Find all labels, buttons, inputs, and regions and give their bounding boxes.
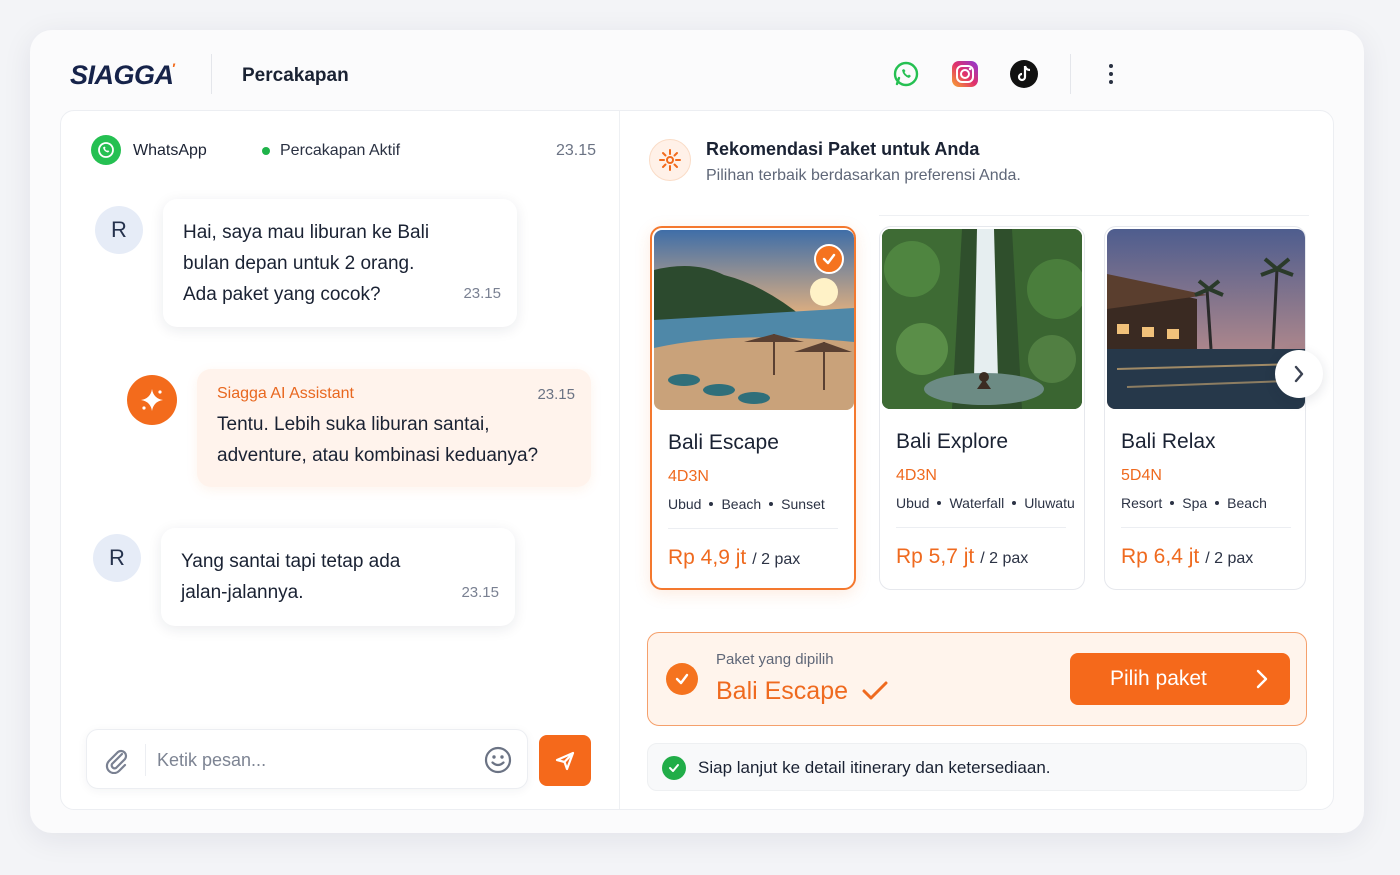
message-line: Tentu. Lebih suka liburan santai, — [217, 414, 490, 435]
next-packages-button[interactable] — [1275, 350, 1323, 398]
package-name: Bali Escape — [668, 431, 779, 454]
choose-package-button[interactable]: Pilih paket — [1070, 653, 1290, 705]
recommendation-subtitle: Pilihan terbaik berdasarkan preferensi A… — [706, 167, 1021, 184]
message-line: Hai, saya mau liburan ke Bali — [183, 222, 430, 243]
recommendation-sparkle-icon — [649, 139, 691, 181]
message-time: 23.15 — [461, 584, 499, 601]
package-duration: 4D3N — [668, 468, 709, 485]
success-check-icon — [662, 756, 686, 780]
message-line: adventure, atau kombinasi keduanya? — [217, 445, 539, 466]
conversation-status: Percakapan Aktif — [280, 142, 401, 159]
ready-status-bar: Siap lanjut ke detail itinerary dan kete… — [647, 743, 1307, 791]
message-time: 23.15 — [463, 285, 501, 302]
chevron-right-icon — [1256, 669, 1268, 695]
package-image-waterfall — [882, 229, 1082, 409]
chevron-right-icon — [1294, 365, 1304, 383]
whatsapp-icon[interactable] — [892, 60, 920, 88]
package-card-bali-explore[interactable]: Bali Explore 4D3N Ubud Waterfall Uluwatu R… — [879, 226, 1085, 590]
avatar: R — [95, 206, 143, 254]
selected-check-icon — [814, 244, 844, 274]
header-divider — [211, 54, 212, 94]
app-window: SIAGGA′ Percakapan WhatsApp Percakapan A… — [30, 30, 1364, 833]
package-name: Bali Explore — [896, 430, 1009, 453]
package-tags: Resort Spa Beach — [1121, 495, 1267, 511]
package-price: Rp 5,7 jt/ 2 pax — [896, 545, 1029, 568]
composer-divider — [145, 744, 146, 776]
siagga-logo[interactable]: SIAGGA′ — [70, 60, 175, 91]
divider — [1121, 527, 1291, 528]
message-line: bulan depan untuk 2 orang. — [183, 253, 415, 274]
selected-package-value: Bali Escape — [716, 677, 849, 705]
package-tags: Ubud Waterfall Uluwatu — [896, 495, 1075, 511]
main-panel: WhatsApp Percakapan Aktif 23.15 R Hai, s… — [60, 110, 1334, 810]
package-tags: Ubud Beach Sunset — [668, 496, 825, 512]
attachment-icon[interactable] — [103, 746, 129, 779]
conversation-time: 23.15 — [555, 142, 596, 159]
instagram-icon[interactable] — [951, 60, 979, 88]
header-divider — [1070, 54, 1071, 94]
whatsapp-icon — [91, 135, 121, 165]
message-input[interactable] — [157, 744, 467, 776]
send-icon — [555, 751, 575, 770]
package-card-bali-relax[interactable]: Bali Relax 5D4N Resort Spa Beach Rp 6,4 jt… — [1104, 226, 1306, 590]
message-line: Ada paket yang cocok? — [183, 284, 381, 305]
ready-text: Siap lanjut ke detail itinerary dan kete… — [698, 758, 1051, 777]
channel-label: WhatsApp — [133, 142, 207, 159]
divider — [668, 528, 838, 529]
package-card-bali-escape[interactable]: Bali Escape 4D3N Ubud Beach Sunset Rp 4,9 … — [650, 226, 856, 590]
top-header: SIAGGA′ Percakapan — [30, 30, 1364, 110]
divider — [879, 215, 1309, 216]
button-label: Pilih paket — [1110, 667, 1207, 690]
selected-package-label: Paket yang dipilih — [716, 651, 834, 668]
emoji-icon[interactable] — [483, 745, 513, 780]
recommendation-title: Rekomendasi Paket untuk Anda — [706, 139, 980, 159]
active-status-dot — [262, 147, 270, 155]
selected-package-panel: Paket yang dipilih Bali Escape Pilih pak… — [647, 632, 1307, 726]
user-message: Hai, saya mau liburan ke Bali bulan depa… — [163, 199, 517, 327]
checkmark-icon — [862, 681, 888, 706]
package-duration: 5D4N — [1121, 467, 1162, 484]
page-title: Percakapan — [242, 65, 349, 86]
avatar: R — [93, 534, 141, 582]
message-line: Yang santai tapi tetap ada — [181, 551, 401, 572]
ai-assistant-avatar — [127, 375, 177, 425]
assistant-message: Siagga AI Assistant 23.15 Tentu. Lebih s… — [197, 369, 591, 487]
package-image-resort — [1107, 229, 1305, 409]
send-button[interactable] — [539, 735, 591, 786]
message-time: 23.15 — [537, 386, 575, 403]
message-composer — [86, 729, 528, 789]
package-price: Rp 4,9 jt/ 2 pax — [668, 546, 801, 569]
user-message: Yang santai tapi tetap ada jalan-jalanny… — [161, 528, 515, 626]
assistant-name: Siagga AI Assistant — [217, 385, 354, 402]
package-name: Bali Relax — [1121, 430, 1216, 453]
more-options-icon[interactable] — [1100, 58, 1122, 90]
check-circle-icon — [666, 663, 698, 695]
divider — [896, 527, 1066, 528]
chat-header: WhatsApp Percakapan Aktif 23.15 — [91, 135, 596, 165]
message-line: jalan-jalannya. — [181, 582, 304, 603]
panel-divider — [619, 111, 620, 809]
package-duration: 4D3N — [896, 467, 937, 484]
package-price: Rp 6,4 jt/ 2 pax — [1121, 545, 1254, 568]
tiktok-icon[interactable] — [1010, 60, 1038, 88]
